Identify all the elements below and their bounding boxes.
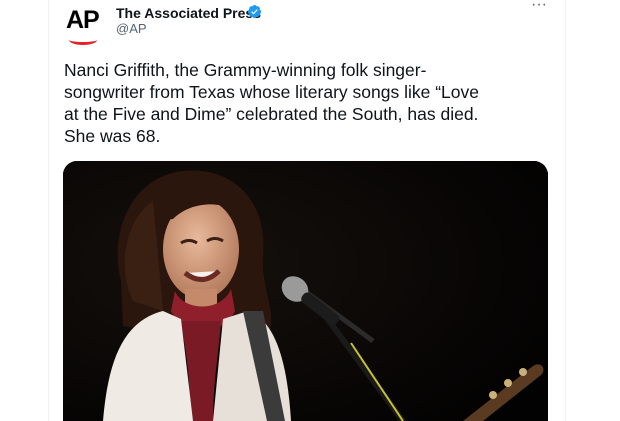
ap-logo: AP xyxy=(66,6,100,34)
tweet-text: Nanci Griffith, the Grammy-winning folk … xyxy=(64,60,479,146)
more-options-icon[interactable]: ··· xyxy=(531,0,549,16)
verified-badge-icon xyxy=(247,4,262,19)
author-handle[interactable]: @AP xyxy=(116,21,147,37)
photo-icon xyxy=(63,161,548,421)
author-name[interactable]: The Associated Press xyxy=(116,5,261,21)
avatar[interactable]: AP xyxy=(64,4,104,45)
tweet-photo[interactable] xyxy=(63,161,548,421)
ap-logo-swoosh xyxy=(69,35,97,45)
